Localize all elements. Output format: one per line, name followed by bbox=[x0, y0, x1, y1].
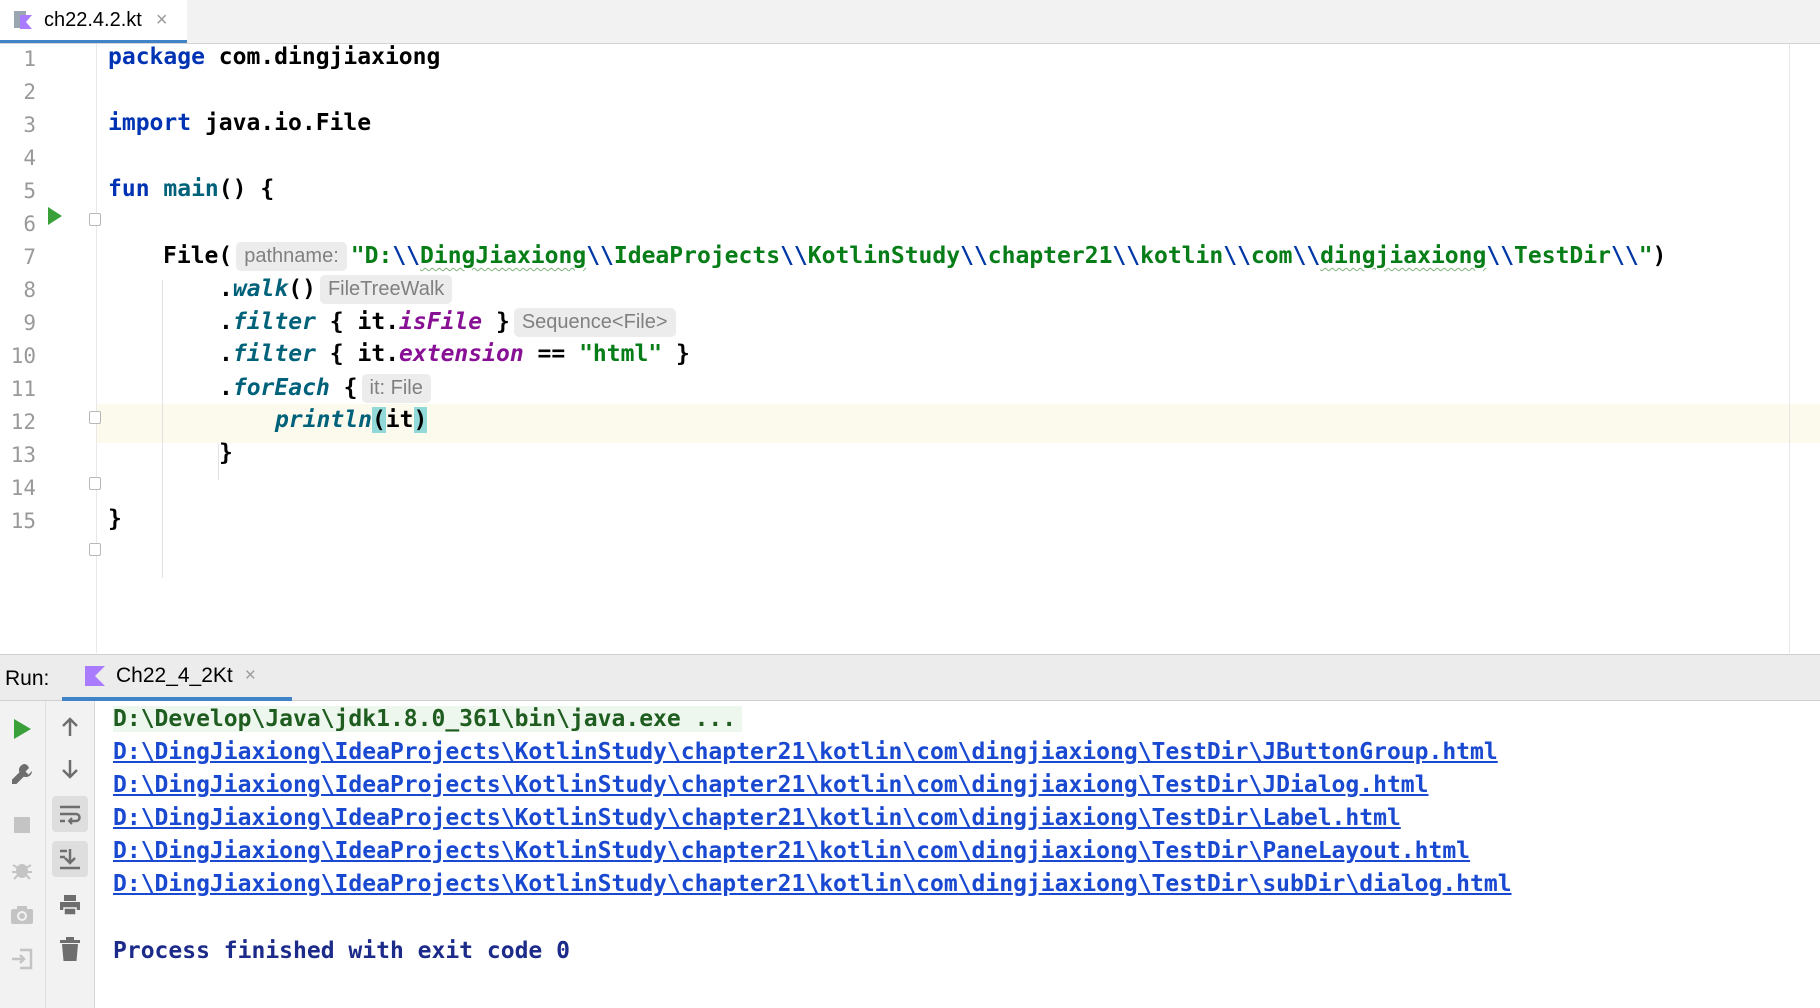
kotlin-run-config-icon bbox=[84, 665, 106, 687]
type-hint: FileTreeWalk bbox=[319, 275, 453, 304]
close-icon[interactable]: × bbox=[245, 665, 256, 687]
run-main-gutter-icon[interactable] bbox=[48, 207, 62, 225]
line-number: 5 bbox=[23, 179, 36, 203]
fold-marker-icon[interactable] bbox=[89, 543, 101, 556]
code-line-13: } bbox=[219, 440, 233, 466]
line-number: 10 bbox=[10, 344, 36, 368]
camera-icon[interactable] bbox=[4, 897, 40, 933]
line-number: 2 bbox=[23, 80, 36, 104]
parameter-hint: pathname: bbox=[236, 242, 347, 271]
run-toolbar-secondary bbox=[46, 701, 95, 1008]
line-number: 8 bbox=[23, 278, 36, 302]
editor-tab-label: ch22.4.2.kt bbox=[44, 8, 142, 31]
line-number: 9 bbox=[23, 311, 36, 335]
line-number: 7 bbox=[23, 245, 36, 269]
code-line-12: println(it) bbox=[275, 407, 428, 433]
editor-tab-bar: ch22.4.2.kt × bbox=[0, 0, 1820, 44]
line-number: 15 bbox=[10, 509, 36, 533]
print-icon[interactable] bbox=[52, 887, 88, 923]
fold-marker-icon[interactable] bbox=[89, 213, 101, 226]
right-margin-guide bbox=[1789, 44, 1790, 653]
line-number: 14 bbox=[10, 476, 36, 500]
code-line-15: } bbox=[108, 506, 122, 532]
line-number: 12 bbox=[10, 410, 36, 434]
line-number: 13 bbox=[10, 443, 36, 467]
code-line-7: File(pathname: "D:\\DingJiaxiong\\IdeaPro… bbox=[163, 242, 1667, 271]
code-line-10: .filter { it.extension == "html" } bbox=[219, 341, 690, 367]
run-console[interactable]: D:\Develop\Java\jdk1.8.0_361\bin\java.ex… bbox=[95, 701, 1820, 1008]
code-line-11: .forEach {it: File bbox=[219, 374, 435, 403]
down-arrow-icon[interactable] bbox=[52, 751, 88, 787]
console-file-link[interactable]: D:\DingJiaxiong\IdeaProjects\KotlinStudy… bbox=[113, 772, 1428, 798]
console-exit-message: Process finished with exit code 0 bbox=[113, 938, 570, 964]
scroll-to-end-icon[interactable] bbox=[52, 841, 88, 877]
lambda-param-hint: it: File bbox=[361, 374, 431, 403]
type-hint: Sequence<File> bbox=[513, 308, 676, 337]
run-icon[interactable] bbox=[4, 711, 40, 747]
line-number: 3 bbox=[23, 113, 36, 137]
stop-icon[interactable] bbox=[4, 807, 40, 843]
editor-tab-ch22-4-2[interactable]: ch22.4.2.kt × bbox=[0, 0, 187, 43]
line-number: 6 bbox=[23, 212, 36, 236]
fold-marker-icon[interactable] bbox=[89, 411, 101, 424]
code-line-5: fun main() { bbox=[108, 176, 275, 202]
fold-marker-icon[interactable] bbox=[89, 477, 101, 490]
line-number: 1 bbox=[23, 47, 36, 71]
kotlin-file-icon bbox=[12, 9, 34, 31]
up-arrow-icon[interactable] bbox=[52, 709, 88, 745]
console-file-link[interactable]: D:\DingJiaxiong\IdeaProjects\KotlinStudy… bbox=[113, 871, 1512, 897]
line-number: 11 bbox=[10, 377, 36, 401]
login-icon[interactable] bbox=[4, 941, 40, 977]
editor-gutter: 1 2 3 4 5 6 7 8 9 10 11 12 13 14 15 bbox=[0, 44, 101, 653]
indent-guide bbox=[162, 280, 163, 578]
code-line-8: .walk() FileTreeWalk bbox=[219, 275, 456, 304]
console-file-link[interactable]: D:\DingJiaxiong\IdeaProjects\KotlinStudy… bbox=[113, 805, 1401, 831]
code-line-1: package com.dingjiaxiong bbox=[108, 44, 441, 70]
trash-icon[interactable] bbox=[52, 931, 88, 967]
line-number: 4 bbox=[23, 146, 36, 170]
wrench-icon[interactable] bbox=[4, 756, 40, 792]
run-title: Run: bbox=[5, 667, 50, 690]
soft-wrap-icon[interactable] bbox=[52, 796, 88, 832]
console-file-link[interactable]: D:\DingJiaxiong\IdeaProjects\KotlinStudy… bbox=[113, 838, 1470, 864]
debug-icon[interactable] bbox=[4, 851, 40, 887]
run-tab-ch22-4-2kt[interactable]: Ch22_4_2Kt × bbox=[62, 655, 292, 701]
console-command-line: D:\Develop\Java\jdk1.8.0_361\bin\java.ex… bbox=[113, 706, 743, 732]
code-line-3: import java.io.File bbox=[108, 110, 372, 136]
code-line-9: .filter { it.isFile } Sequence<File> bbox=[219, 308, 680, 337]
run-toolbar-primary bbox=[0, 701, 46, 1008]
run-tool-window-header: Run: Ch22_4_2Kt × bbox=[0, 654, 1820, 701]
run-tab-label: Ch22_4_2Kt bbox=[116, 664, 233, 687]
close-icon[interactable]: × bbox=[156, 9, 168, 32]
console-file-link[interactable]: D:\DingJiaxiong\IdeaProjects\KotlinStudy… bbox=[113, 739, 1498, 765]
code-editor[interactable]: 1 2 3 4 5 6 7 8 9 10 11 12 13 14 15 pack… bbox=[0, 44, 1820, 653]
